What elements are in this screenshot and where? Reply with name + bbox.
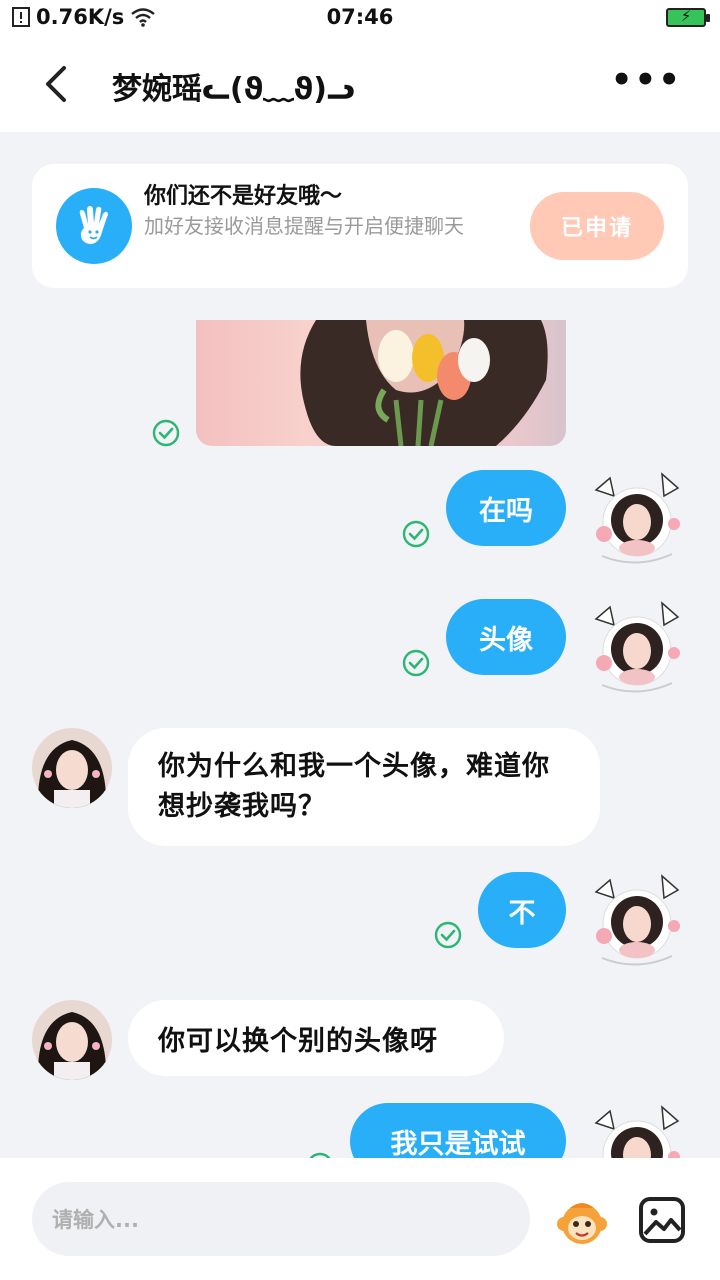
wave-hand-icon bbox=[56, 188, 132, 264]
back-button[interactable] bbox=[36, 64, 76, 104]
message-bubble-out[interactable]: 在吗 bbox=[446, 470, 566, 546]
not-friends-title: 你们还不是好友哦～ bbox=[144, 184, 343, 209]
my-avatar[interactable] bbox=[592, 599, 682, 699]
page-title: 梦婉瑶ᓚ(ϑ﹏ϑ)ᓗ bbox=[112, 72, 355, 107]
charging-icon: ⚡ bbox=[680, 7, 692, 25]
read-check-icon bbox=[402, 649, 430, 677]
more-options-button[interactable]: ••• bbox=[611, 63, 682, 98]
read-check-icon bbox=[402, 520, 430, 548]
message-bubble-out[interactable]: 不 bbox=[478, 872, 566, 948]
message-bubble-out[interactable]: 头像 bbox=[446, 599, 566, 675]
wifi-icon bbox=[131, 8, 156, 27]
emoji-monkey-icon[interactable] bbox=[556, 1196, 608, 1248]
contact-avatar[interactable] bbox=[32, 1000, 112, 1080]
image-message[interactable] bbox=[196, 320, 566, 446]
read-check-icon bbox=[152, 419, 180, 447]
not-friends-subtitle: 加好友接收消息提醒与开启便捷聊天 bbox=[144, 214, 464, 238]
applied-button[interactable]: 已申请 bbox=[530, 192, 664, 260]
my-avatar[interactable] bbox=[592, 470, 682, 570]
add-friend-card: 你们还不是好友哦～ 加好友接收消息提醒与开启便捷聊天 已申请 bbox=[32, 164, 688, 288]
contact-avatar[interactable] bbox=[32, 728, 112, 808]
battery-icon: ⚡ bbox=[666, 7, 710, 27]
read-check-icon bbox=[434, 921, 462, 949]
tulip-photo bbox=[300, 320, 548, 446]
message-bubble-in[interactable]: 你可以换个别的头像呀 bbox=[128, 1000, 504, 1076]
notification-icon bbox=[12, 7, 30, 27]
message-input[interactable]: 请输入... bbox=[32, 1182, 530, 1256]
input-bar: 请输入... bbox=[0, 1158, 720, 1280]
nav-bar: 梦婉瑶ᓚ(ϑ﹏ϑ)ᓗ ••• bbox=[0, 34, 720, 132]
network-speed: 0.76K/s bbox=[36, 5, 125, 29]
my-avatar[interactable] bbox=[592, 872, 682, 972]
image-picker-icon[interactable] bbox=[638, 1196, 686, 1244]
message-bubble-in[interactable]: 你为什么和我一个头像，难道你想抄袭我吗？ bbox=[128, 728, 600, 846]
status-bar: 0.76K/s 07:46 ⚡ bbox=[0, 0, 720, 34]
